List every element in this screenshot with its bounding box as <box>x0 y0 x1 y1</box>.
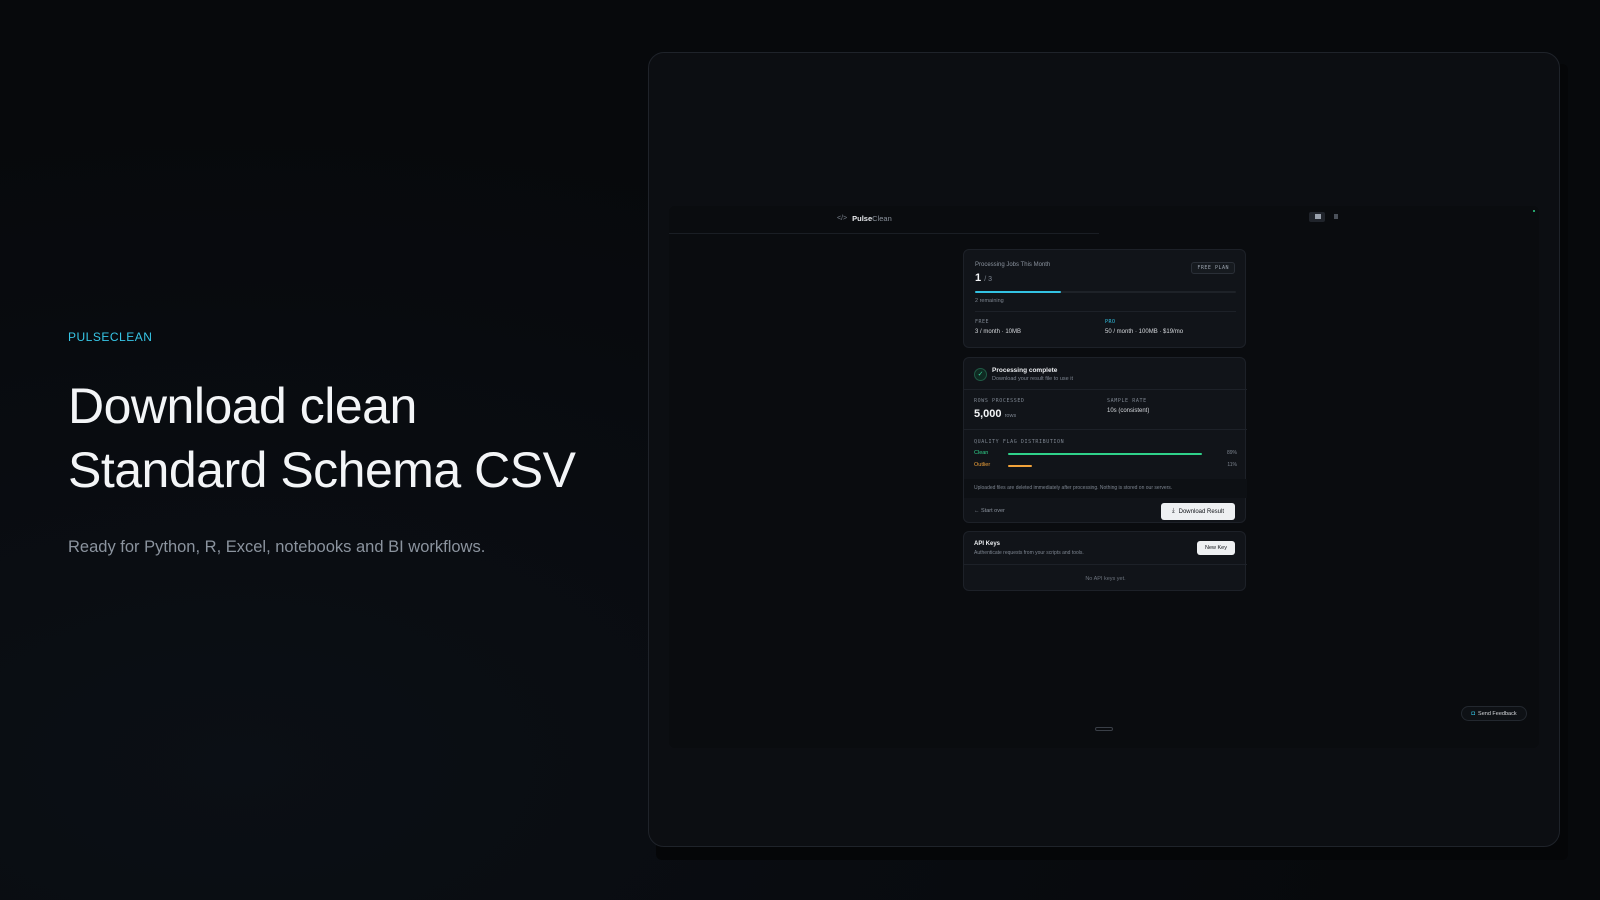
view-toggle <box>1309 212 1341 222</box>
flag-row-clean: Clean 89% <box>974 450 1237 458</box>
flag-clean-track <box>1008 453 1226 455</box>
result-card: ✓ Processing complete Download your resu… <box>963 357 1247 523</box>
api-keys-description: Authenticate requests from your scripts … <box>974 550 1084 556</box>
api-keys-title: API Keys <box>974 541 1001 547</box>
brand-logo[interactable]: </> PulseClean <box>837 214 892 223</box>
hero-eyebrow: PULSECLEAN <box>68 330 153 344</box>
flag-outlier-name: Outlier <box>974 462 991 468</box>
app-topbar: </> PulseClean <box>669 206 1539 234</box>
plan-free-name: FREE <box>975 319 990 325</box>
new-key-button[interactable]: New Key <box>1197 541 1235 555</box>
brand-name-light: Clean <box>872 214 892 223</box>
flag-outlier-fill <box>1008 465 1032 467</box>
usage-remaining: 2 remaining <box>975 298 1004 304</box>
device-frame: </> PulseClean Processing Jobs This Mont… <box>648 52 1560 847</box>
hero-section: PULSECLEAN Download clean Standard Schem… <box>68 330 608 557</box>
flag-outlier-track <box>1008 465 1226 467</box>
flag-outlier-percent: 11% <box>1227 462 1237 468</box>
check-icon: ✓ <box>974 368 987 381</box>
usage-progress-fill <box>975 291 1062 293</box>
usage-limit: / 3 <box>984 276 992 283</box>
usage-progress-track <box>975 291 1236 293</box>
api-keys-divider <box>964 564 1247 565</box>
view-toggle-active[interactable] <box>1309 212 1325 222</box>
app-window: </> PulseClean Processing Jobs This Mont… <box>669 206 1539 748</box>
code-icon: </> <box>837 215 848 222</box>
topbar-divider <box>669 233 1099 234</box>
start-over-link[interactable]: ← Start over <box>974 508 1005 514</box>
send-feedback-label: Send Feedback <box>1478 710 1517 717</box>
sample-rate-stat: SAMPLE RATE 10s (consistent) <box>1107 398 1149 414</box>
plan-pro: PRO 50 / month · 100MB · $19/mo <box>1105 319 1183 335</box>
rows-processed-value: 5,000 <box>974 408 1002 420</box>
distribution-title: QUALITY FLAG DISTRIBUTION <box>974 439 1065 445</box>
send-feedback-button[interactable]: ◘ Send Feedback <box>1461 706 1527 721</box>
plan-free: FREE 3 / month · 10MB <box>975 319 1021 335</box>
usage-title: Processing Jobs This Month <box>975 262 1051 268</box>
hero-subtitle: Ready for Python, R, Excel, notebooks an… <box>68 538 486 556</box>
status-dot <box>1533 210 1535 212</box>
rows-processed-stat: ROWS PROCESSED 5,000 rows <box>974 398 1025 420</box>
download-icon: ⤓ <box>1171 508 1175 514</box>
plan-pro-name: PRO <box>1105 319 1116 325</box>
plan-free-detail: 3 / month · 10MB <box>975 329 1022 335</box>
hero-headline: Download clean Standard Schema CSV <box>68 374 608 502</box>
hero-headline-line2: Standard Schema CSV <box>68 442 576 498</box>
flag-clean-percent: 89% <box>1226 450 1237 456</box>
plan-pro-detail: 50 / month · 100MB · $19/mo <box>1105 329 1184 335</box>
result-divider-2 <box>964 429 1247 430</box>
result-title: Processing complete <box>992 367 1058 374</box>
view-toggle-inactive[interactable] <box>1331 212 1341 222</box>
rows-processed-label: ROWS PROCESSED <box>974 398 1025 404</box>
download-result-button[interactable]: ⤓ Download Result <box>1161 503 1235 520</box>
chat-icon: ◘ <box>1471 710 1476 717</box>
usage-divider <box>975 311 1236 312</box>
hero-headline-line1: Download clean <box>68 378 417 434</box>
usage-count: 1 / 3 <box>975 272 992 284</box>
flag-clean-name: Clean <box>974 450 989 456</box>
sample-rate-label: SAMPLE RATE <box>1107 398 1147 404</box>
sample-rate-value: 10s (consistent) <box>1107 408 1150 414</box>
usage-count-value: 1 <box>975 272 982 284</box>
api-keys-empty: No API keys yet. <box>1085 576 1126 582</box>
api-keys-card: API Keys Authenticate requests from your… <box>963 531 1247 591</box>
download-result-label: Download Result <box>1178 508 1224 515</box>
flag-row-outlier: Outlier 11% <box>974 462 1237 470</box>
privacy-notice: Uploaded files are deleted immediately a… <box>964 479 1247 498</box>
brand-name-bold: Pulse <box>852 214 873 223</box>
drag-handle[interactable] <box>1095 727 1113 731</box>
flag-clean-fill <box>1008 453 1203 455</box>
plan-badge: FREE PLAN <box>1191 262 1235 274</box>
result-description: Download your result file to use it <box>992 376 1074 382</box>
result-divider-1 <box>964 389 1247 390</box>
rows-processed-unit: rows <box>1004 413 1017 419</box>
usage-card: Processing Jobs This Month FREE PLAN 1 /… <box>963 249 1246 348</box>
